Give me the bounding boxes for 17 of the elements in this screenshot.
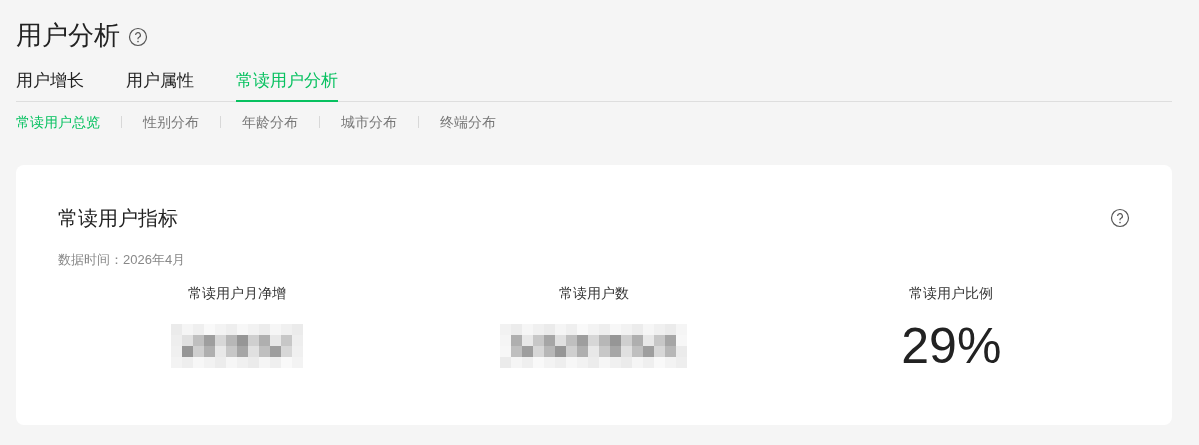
subtab[interactable]: 性别分布 [143,111,199,133]
tab[interactable]: 常读用户分析 [236,68,338,102]
subtab[interactable]: 年龄分布 [242,111,298,133]
subtab[interactable]: 常读用户总览 [16,111,100,133]
subtab[interactable]: 城市分布 [341,111,397,133]
tab[interactable]: 用户增长 [16,68,84,102]
data-time: 数据时间：2026年4月 [58,250,187,269]
help-icon[interactable] [1110,207,1130,228]
metric-label: 常读用户比例 [909,284,994,303]
metric-value: 29% [901,321,1002,371]
metric-label: 常读用户月净增 [187,284,286,303]
page-title: 用户分析 [16,18,120,52]
tab[interactable]: 用户属性 [126,68,194,102]
subtab[interactable]: 终端分布 [440,111,496,133]
help-icon[interactable] [128,27,148,47]
card-title: 常读用户指标 [58,205,178,231]
metric-label: 常读用户数 [559,284,629,303]
